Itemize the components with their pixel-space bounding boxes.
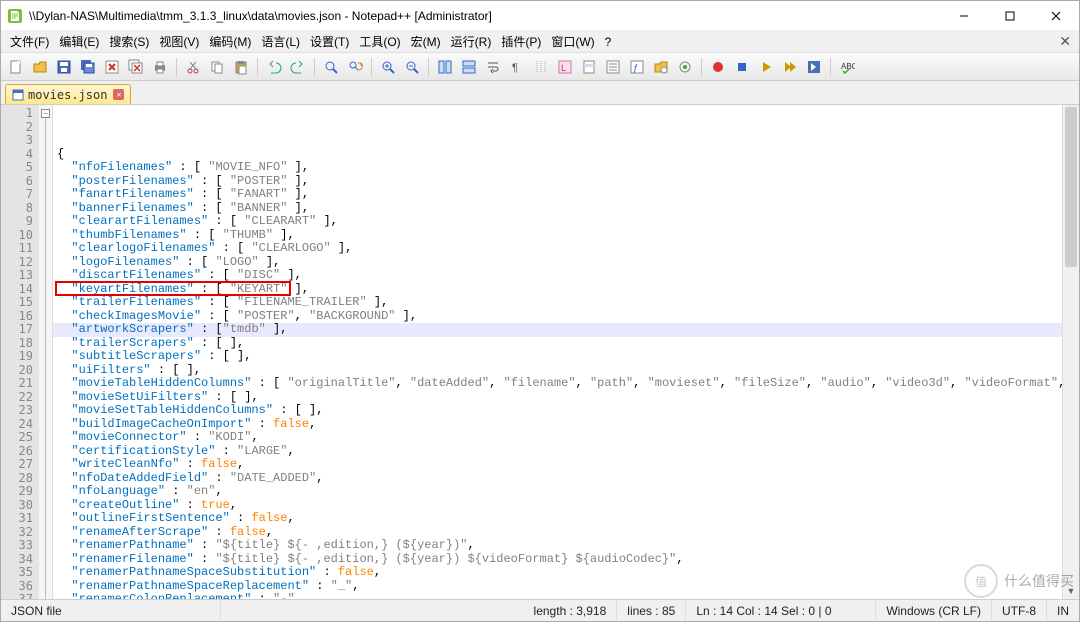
code-area[interactable]: { "nfoFilenames" : [ "MOVIE_NFO" ], "pos…	[53, 105, 1062, 599]
status-length: length : 3,918	[524, 600, 618, 621]
new-file-icon[interactable]	[5, 56, 27, 78]
close-button[interactable]	[1033, 1, 1079, 30]
svg-text:¶: ¶	[512, 62, 518, 74]
status-eol[interactable]: Windows (CR LF)	[876, 600, 992, 621]
menu-view[interactable]: 视图(V)	[154, 33, 204, 50]
doc-map-icon[interactable]	[578, 56, 600, 78]
zoom-out-icon[interactable]	[401, 56, 423, 78]
line-number-gutter: 1234567891011121314151617181920212223242…	[1, 105, 39, 599]
function-list-icon[interactable]: ƒ	[626, 56, 648, 78]
scroll-down-icon[interactable]: ▼	[1063, 582, 1079, 599]
vertical-scrollbar[interactable]: ▲ ▼	[1062, 105, 1079, 599]
file-tab[interactable]: movies.json ✕	[5, 84, 131, 104]
svg-text:L: L	[561, 63, 566, 73]
maximize-button[interactable]	[987, 1, 1033, 30]
cut-icon[interactable]	[182, 56, 204, 78]
scroll-thumb[interactable]	[1065, 107, 1077, 267]
find-icon[interactable]	[320, 56, 342, 78]
menu-file[interactable]: 文件(F)	[5, 33, 54, 50]
copy-icon[interactable]	[206, 56, 228, 78]
statusbar: JSON file length : 3,918 lines : 85 Ln :…	[1, 599, 1079, 621]
close-file-icon[interactable]	[101, 56, 123, 78]
paste-icon[interactable]	[230, 56, 252, 78]
close-all-icon[interactable]	[125, 56, 147, 78]
menu-run[interactable]: 运行(R)	[446, 33, 497, 50]
minimize-button[interactable]	[941, 1, 987, 30]
monitoring-icon[interactable]	[674, 56, 696, 78]
status-mode: IN	[1047, 600, 1079, 621]
menu-window[interactable]: 窗口(W)	[546, 33, 599, 50]
folder-workspace-icon[interactable]	[650, 56, 672, 78]
replace-icon[interactable]	[344, 56, 366, 78]
menu-encoding[interactable]: 编码(M)	[204, 33, 256, 50]
tabbar: movies.json ✕	[1, 81, 1079, 105]
menubar: 文件(F) 编辑(E) 搜索(S) 视图(V) 编码(M) 语言(L) 设置(T…	[1, 31, 1079, 53]
doc-list-icon[interactable]	[602, 56, 624, 78]
titlebar: \\Dylan-NAS\Multimedia\tmm_3.1.3_linux\d…	[1, 1, 1079, 31]
open-file-icon[interactable]	[29, 56, 51, 78]
undo-icon[interactable]	[263, 56, 285, 78]
editor: 1234567891011121314151617181920212223242…	[1, 105, 1079, 599]
print-icon[interactable]	[149, 56, 171, 78]
menu-search[interactable]: 搜索(S)	[104, 33, 154, 50]
redo-icon[interactable]	[287, 56, 309, 78]
status-lines: lines : 85	[617, 600, 686, 621]
menu-plugins[interactable]: 插件(P)	[496, 33, 546, 50]
record-macro-icon[interactable]	[707, 56, 729, 78]
zoom-in-icon[interactable]	[377, 56, 399, 78]
menu-edit[interactable]: 编辑(E)	[54, 33, 104, 50]
show-all-chars-icon[interactable]: ¶	[506, 56, 528, 78]
spellcheck-icon[interactable]: ABC	[836, 56, 858, 78]
menu-settings[interactable]: 设置(T)	[305, 33, 354, 50]
menu-language[interactable]: 语言(L)	[256, 33, 305, 50]
indent-guide-icon[interactable]	[530, 56, 552, 78]
save-icon[interactable]	[53, 56, 75, 78]
save-macro-icon[interactable]	[803, 56, 825, 78]
status-filetype: JSON file	[1, 600, 221, 621]
svg-text:ƒ: ƒ	[633, 63, 639, 74]
menubar-close-icon[interactable]: ✕	[1059, 33, 1071, 50]
status-position: Ln : 14 Col : 14 Sel : 0 | 0	[686, 600, 876, 621]
udf-icon[interactable]: L	[554, 56, 576, 78]
menu-help[interactable]: ?	[600, 35, 617, 49]
sync-vscroll-icon[interactable]	[434, 56, 456, 78]
play-macro-icon[interactable]	[755, 56, 777, 78]
menu-tools[interactable]: 工具(O)	[354, 33, 405, 50]
window-title: \\Dylan-NAS\Multimedia\tmm_3.1.3_linux\d…	[29, 9, 941, 23]
file-tab-label: movies.json	[28, 88, 107, 102]
toolbar: ¶ L ƒ ABC	[1, 53, 1079, 81]
tab-close-icon[interactable]: ✕	[113, 89, 124, 100]
sync-hscroll-icon[interactable]	[458, 56, 480, 78]
file-tab-icon	[12, 89, 24, 101]
wordwrap-icon[interactable]	[482, 56, 504, 78]
menu-macro[interactable]: 宏(M)	[406, 33, 446, 50]
stop-macro-icon[interactable]	[731, 56, 753, 78]
app-icon	[7, 8, 23, 24]
save-all-icon[interactable]	[77, 56, 99, 78]
fold-gutter[interactable]: −	[39, 105, 53, 599]
play-macro-multi-icon[interactable]	[779, 56, 801, 78]
status-encoding[interactable]: UTF-8	[992, 600, 1047, 621]
